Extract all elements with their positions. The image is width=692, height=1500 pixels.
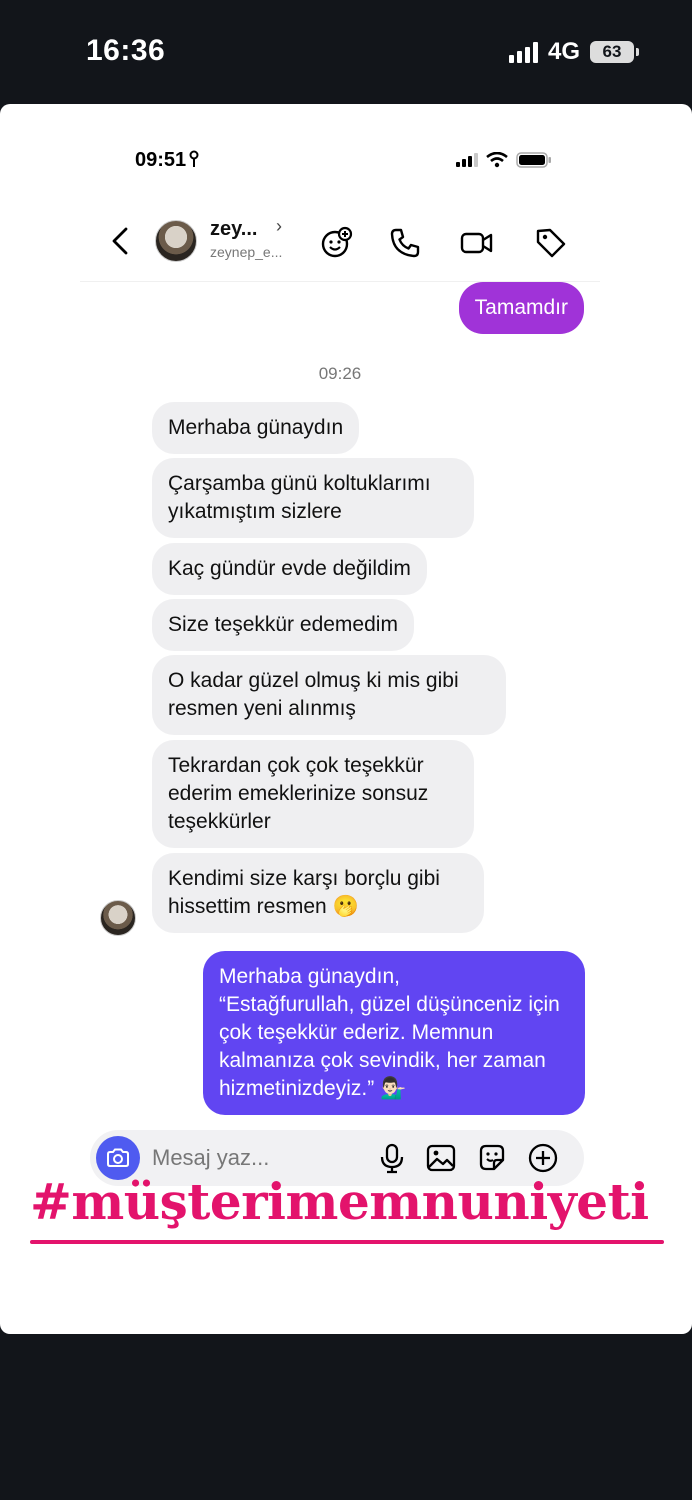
sticker-icon[interactable]	[476, 1142, 508, 1174]
contact-avatar[interactable]	[155, 220, 197, 262]
inner-time: 09:51	[135, 149, 199, 172]
contact-username: zeynep_e...	[210, 244, 283, 260]
dm-screenshot: 09:51 zey... › zeynep_e... Tamamdır 09:2…	[80, 114, 600, 1249]
message-timestamp: 09:26	[318, 364, 362, 383]
hashtag-text: #müşterimemnuniyeti	[30, 1172, 649, 1231]
chevron-right-icon[interactable]: ›	[276, 216, 282, 237]
back-arrow-icon[interactable]	[108, 226, 132, 256]
inner-battery-icon	[516, 152, 551, 168]
received-message-bubble[interactable]: Merhaba günaydın	[152, 402, 360, 454]
phone-icon[interactable]	[388, 226, 422, 260]
received-message-bubble[interactable]: Çarşamba günü koltuklarımı yıkatmıştım s…	[152, 458, 474, 538]
outer-status-bar: 16:36 4G 63	[0, 0, 692, 104]
microphone-icon[interactable]	[376, 1142, 408, 1174]
gallery-icon[interactable]	[425, 1142, 457, 1174]
camera-icon	[107, 1148, 129, 1167]
outer-time: 16:36	[86, 34, 166, 67]
received-message-bubble[interactable]: Kaç gündür evde değildim	[152, 543, 427, 595]
inner-status-icons	[456, 152, 552, 168]
hashtag-underline	[30, 1240, 664, 1244]
battery-level: 63	[602, 42, 622, 61]
outer-status-icons: 4G 63	[508, 38, 639, 66]
video-call-icon[interactable]	[460, 226, 494, 260]
reply-message-bubble[interactable]: Merhaba günaydın, “Estağfurullah, güzel …	[203, 951, 585, 1115]
sender-avatar[interactable]	[100, 900, 136, 936]
received-message-bubble[interactable]: Kendimi size karşı borçlu gibi hissettim…	[152, 853, 484, 933]
sent-message-bubble[interactable]: Tamamdır	[458, 282, 584, 334]
inner-status-bar: 09:51	[80, 114, 600, 204]
story-card: 09:51 zey... › zeynep_e... Tamamdır 09:2…	[0, 104, 692, 1334]
inner-time-label: 09:51	[135, 149, 187, 171]
received-message-bubble[interactable]: Tekrardan çok çok teşekkür ederim emekle…	[152, 740, 474, 848]
tag-icon[interactable]	[534, 226, 568, 260]
message-input[interactable]: Mesaj yaz...	[152, 1145, 269, 1171]
contact-name[interactable]: zey...	[210, 218, 257, 241]
wifi-icon	[486, 152, 508, 168]
signal-icon	[508, 41, 538, 63]
add-sticker-icon[interactable]	[320, 226, 354, 260]
received-message-bubble[interactable]: Size teşekkür edemedim	[152, 599, 414, 651]
received-message-bubble[interactable]: O kadar güzel olmuş ki mis gibi resmen y…	[152, 655, 506, 735]
battery-icon: 63	[590, 41, 639, 63]
chat-header: zey... › zeynep_e...	[80, 202, 600, 282]
location-icon	[189, 150, 199, 167]
add-icon[interactable]	[527, 1142, 559, 1174]
network-type: 4G	[547, 38, 580, 65]
inner-signal-icon	[456, 153, 478, 167]
